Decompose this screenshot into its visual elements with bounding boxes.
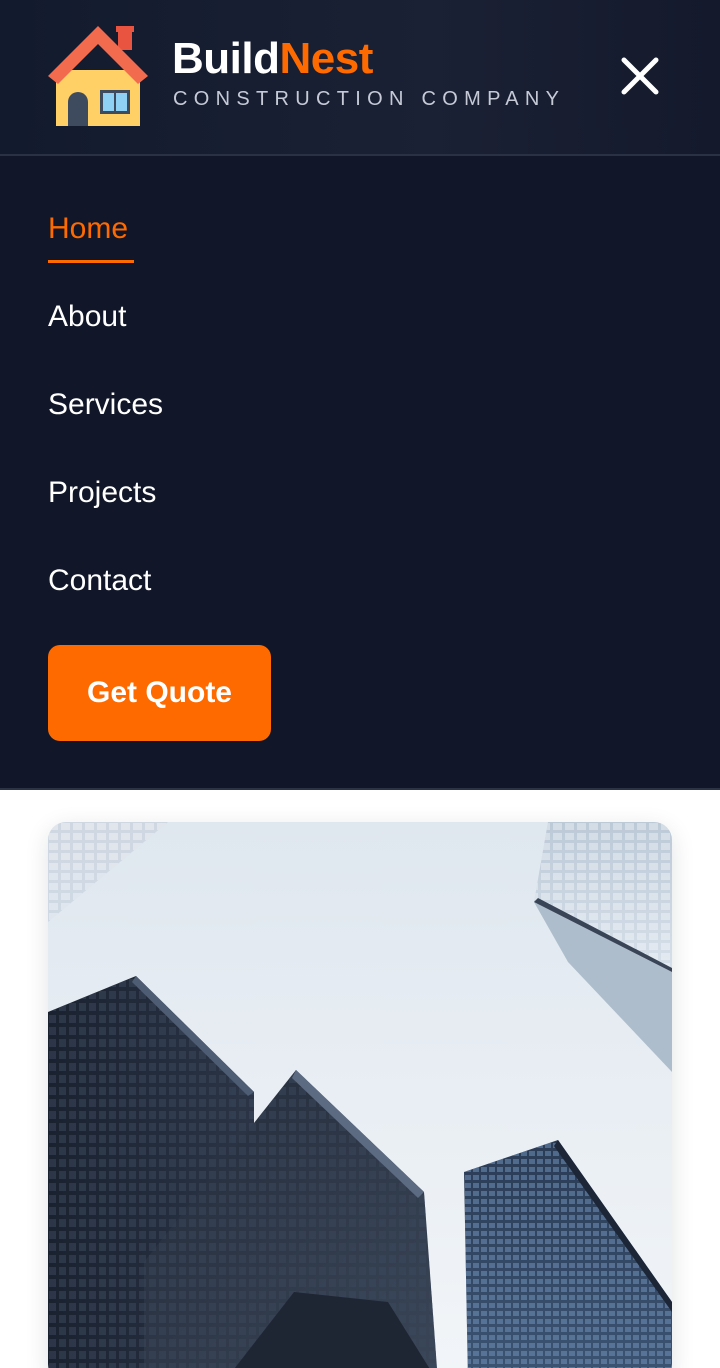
skyscrapers-photo [48, 822, 672, 1368]
brand-name[interactable]: BuildNest [172, 34, 373, 84]
brand-part-nest: Nest [279, 34, 373, 83]
nav-item-contact[interactable]: Contact [48, 561, 151, 601]
get-quote-button[interactable]: Get Quote [48, 645, 271, 741]
house-icon[interactable] [46, 22, 150, 126]
hero-image [48, 822, 672, 1368]
close-icon[interactable] [620, 56, 660, 96]
brand-tagline: CONSTRUCTION COMPANY [173, 88, 566, 110]
nav-item-home[interactable]: Home [48, 209, 128, 249]
active-nav-underline [48, 260, 134, 263]
nav-item-projects[interactable]: Projects [48, 473, 156, 513]
nav-item-services[interactable]: Services [48, 385, 163, 425]
site-header: BuildNest CONSTRUCTION COMPANY [0, 0, 720, 156]
mobile-nav-menu: Home About Services Projects Contact Get… [0, 156, 720, 790]
brand-part-build: Build [172, 34, 280, 83]
close-menu-button[interactable] [612, 48, 668, 104]
nav-item-about[interactable]: About [48, 297, 126, 337]
